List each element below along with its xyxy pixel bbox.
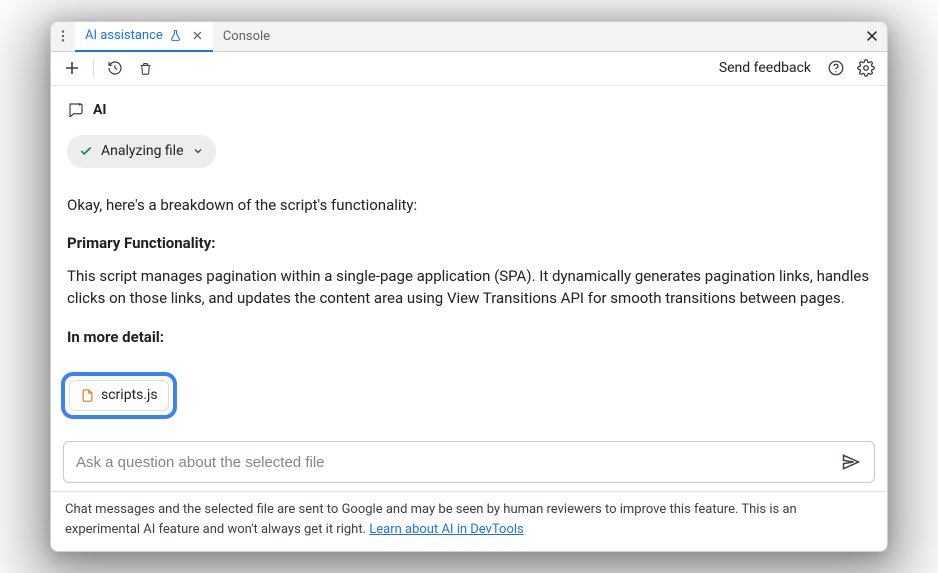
- selected-file-highlight: scripts.js: [61, 372, 177, 419]
- response-detail-title: In more detail:: [67, 326, 871, 349]
- flask-icon: [169, 29, 182, 42]
- selected-file-name: scripts.js: [101, 385, 158, 406]
- settings-icon[interactable]: [853, 55, 879, 81]
- disclaimer-footer: Chat messages and the selected file are …: [51, 491, 887, 551]
- send-feedback-link[interactable]: Send feedback: [711, 60, 819, 76]
- tab-label: Console: [223, 29, 270, 44]
- check-icon: [79, 144, 93, 158]
- more-tabs-icon[interactable]: [51, 22, 75, 51]
- separator: [93, 59, 94, 77]
- tab-console[interactable]: Console: [213, 22, 280, 51]
- send-button[interactable]: [836, 447, 866, 477]
- devtools-panel: AI assistance Console: [50, 21, 888, 553]
- ai-sparkle-icon: [67, 101, 85, 119]
- ai-header: AI: [67, 100, 871, 121]
- toolbar: Send feedback: [51, 52, 887, 86]
- new-chat-button[interactable]: [59, 55, 85, 81]
- response-primary-title: Primary Functionality:: [67, 232, 871, 255]
- chat-content: AI Analyzing file Okay, here's a breakdo…: [51, 86, 887, 438]
- response-intro: Okay, here's a breakdown of the script's…: [67, 194, 871, 217]
- close-tab-icon[interactable]: [192, 30, 203, 41]
- history-button[interactable]: [102, 55, 128, 81]
- status-text: Analyzing file: [101, 141, 184, 162]
- status-chip[interactable]: Analyzing file: [67, 135, 216, 168]
- ai-label: AI: [93, 100, 107, 121]
- tab-bar: AI assistance Console: [51, 22, 887, 52]
- chat-input[interactable]: [76, 454, 836, 471]
- tab-ai-assistance[interactable]: AI assistance: [75, 22, 213, 52]
- file-icon: [80, 388, 95, 403]
- learn-more-link[interactable]: Learn about AI in DevTools: [369, 522, 523, 537]
- tab-label: AI assistance: [85, 28, 163, 43]
- chat-input-row: [63, 441, 875, 483]
- selected-file-pill[interactable]: scripts.js: [69, 380, 169, 411]
- response-primary-body: This script manages pagination within a …: [67, 265, 871, 310]
- close-panel-icon[interactable]: [857, 22, 887, 51]
- delete-button[interactable]: [132, 55, 158, 81]
- help-icon[interactable]: [823, 55, 849, 81]
- chevron-down-icon: [192, 145, 204, 157]
